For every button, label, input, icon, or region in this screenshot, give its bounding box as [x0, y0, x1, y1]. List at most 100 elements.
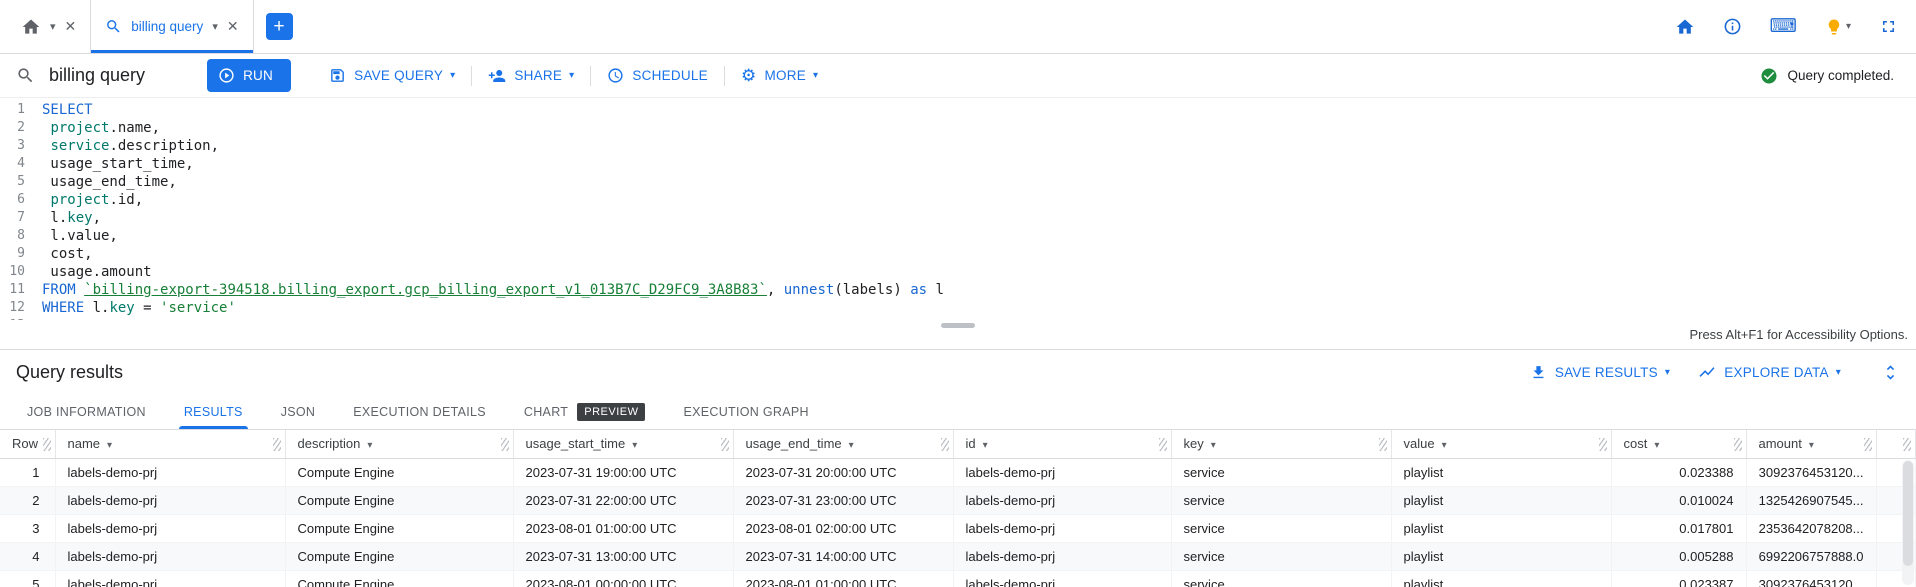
add-tab-button[interactable]: +	[266, 13, 293, 40]
sort-caret-icon[interactable]: ▾	[632, 440, 637, 451]
cell-name[interactable]: labels-demo-prj	[55, 458, 285, 486]
cell-usage_end_time[interactable]: 2023-07-31 20:00:00 UTC	[733, 458, 953, 486]
cell-usage_end_time[interactable]: 2023-07-31 23:00:00 UTC	[733, 486, 953, 514]
cell-key[interactable]: service	[1171, 458, 1391, 486]
cell-usage_end_time[interactable]: 2023-08-01 02:00:00 UTC	[733, 514, 953, 542]
cell-value[interactable]: playlist	[1391, 486, 1611, 514]
column-header-name[interactable]: name▾	[55, 430, 285, 458]
cell-cost[interactable]: 0.010024	[1611, 486, 1746, 514]
schedule-button[interactable]: SCHEDULE	[591, 59, 724, 92]
table-row[interactable]: 4labels-demo-prjCompute Engine2023-07-31…	[0, 542, 1916, 570]
cell-value[interactable]: playlist	[1391, 570, 1611, 587]
home-icon[interactable]	[1675, 17, 1695, 37]
sql-editor[interactable]: 1SELECT2 project.name,3 service.descript…	[0, 98, 1916, 320]
cell-id[interactable]: labels-demo-prj	[953, 486, 1171, 514]
cell-description[interactable]: Compute Engine	[285, 542, 513, 570]
cell-amount[interactable]: 3092376453120...	[1746, 570, 1876, 587]
cell-key[interactable]: service	[1171, 570, 1391, 587]
cell-usage_start_time[interactable]: 2023-08-01 00:00:00 UTC	[513, 570, 733, 587]
code-line[interactable]: 7 l.key,	[0, 209, 1916, 227]
column-header-usage_end_time[interactable]: usage_end_time▾	[733, 430, 953, 458]
code-line[interactable]: 5 usage_end_time,	[0, 173, 1916, 191]
cell-row[interactable]: 1	[0, 458, 55, 486]
code-line[interactable]: 2 project.name,	[0, 119, 1916, 137]
save-query-button[interactable]: SAVE QUERY ▾	[313, 59, 471, 92]
cell-usage_start_time[interactable]: 2023-07-31 19:00:00 UTC	[513, 458, 733, 486]
cell-id[interactable]: labels-demo-prj	[953, 570, 1171, 587]
chevron-down-icon[interactable]: ▾	[1846, 21, 1851, 32]
code-line[interactable]: 3 service.description,	[0, 137, 1916, 155]
code-line[interactable]: 4 usage_start_time,	[0, 155, 1916, 173]
column-header-value[interactable]: value▾	[1391, 430, 1611, 458]
vertical-scrollbar[interactable]	[1902, 460, 1914, 585]
cell-name[interactable]: labels-demo-prj	[55, 514, 285, 542]
cell-amount[interactable]: 3092376453120...	[1746, 458, 1876, 486]
sort-caret-icon[interactable]: ▾	[1211, 440, 1216, 451]
cell-id[interactable]: labels-demo-prj	[953, 458, 1171, 486]
unfold-icon[interactable]	[1881, 363, 1900, 382]
cell-name[interactable]: labels-demo-prj	[55, 542, 285, 570]
sort-caret-icon[interactable]: ▾	[1442, 440, 1447, 451]
code-line[interactable]: 6 project.id,	[0, 191, 1916, 209]
lightbulb-icon[interactable]: ▾	[1825, 18, 1851, 36]
column-header-usage_start_time[interactable]: usage_start_time▾	[513, 430, 733, 458]
table-row[interactable]: 3labels-demo-prjCompute Engine2023-08-01…	[0, 514, 1916, 542]
run-button[interactable]: RUN	[207, 59, 291, 92]
results-tab-execution-graph[interactable]: EXECUTION GRAPH	[664, 394, 827, 429]
cell-value[interactable]: playlist	[1391, 542, 1611, 570]
column-header-row[interactable]: Row	[0, 430, 55, 458]
cell-cost[interactable]: 0.023388	[1611, 458, 1746, 486]
table-row[interactable]: 1labels-demo-prjCompute Engine2023-07-31…	[0, 458, 1916, 486]
sort-caret-icon[interactable]: ▾	[367, 440, 372, 451]
share-button[interactable]: SHARE ▾	[472, 59, 590, 92]
keyboard-icon[interactable]: ⌨	[1770, 17, 1797, 36]
sort-caret-icon[interactable]: ▾	[849, 440, 854, 451]
close-icon[interactable]: ✕	[65, 18, 77, 35]
sort-caret-icon[interactable]: ▾	[107, 440, 112, 451]
column-header-cost[interactable]: cost▾	[1611, 430, 1746, 458]
explore-data-button[interactable]: EXPLORE DATA ▾	[1684, 356, 1855, 389]
table-row[interactable]: 2labels-demo-prjCompute Engine2023-07-31…	[0, 486, 1916, 514]
cell-value[interactable]: playlist	[1391, 458, 1611, 486]
cell-row[interactable]: 2	[0, 486, 55, 514]
column-header-key[interactable]: key▾	[1171, 430, 1391, 458]
cell-id[interactable]: labels-demo-prj	[953, 542, 1171, 570]
chevron-down-icon[interactable]: ▾	[212, 20, 218, 33]
code-line[interactable]: 12WHERE l.key = 'service'	[0, 299, 1916, 317]
cell-value[interactable]: playlist	[1391, 514, 1611, 542]
fullscreen-icon[interactable]	[1879, 17, 1898, 36]
cell-row[interactable]: 5	[0, 570, 55, 587]
cell-usage_start_time[interactable]: 2023-08-01 01:00:00 UTC	[513, 514, 733, 542]
scrollbar-thumb[interactable]	[1903, 461, 1913, 566]
table-row[interactable]: 5labels-demo-prjCompute Engine2023-08-01…	[0, 570, 1916, 587]
code-line[interactable]: 1SELECT	[0, 101, 1916, 119]
sort-caret-icon[interactable]: ▾	[983, 440, 988, 451]
cell-name[interactable]: labels-demo-prj	[55, 486, 285, 514]
cell-key[interactable]: service	[1171, 486, 1391, 514]
cell-description[interactable]: Compute Engine	[285, 458, 513, 486]
column-header-amount[interactable]: amount▾	[1746, 430, 1876, 458]
cell-name[interactable]: labels-demo-prj	[55, 570, 285, 587]
cell-usage_end_time[interactable]: 2023-07-31 14:00:00 UTC	[733, 542, 953, 570]
column-header-id[interactable]: id▾	[953, 430, 1171, 458]
cell-amount[interactable]: 6992206757888.0	[1746, 542, 1876, 570]
cell-usage_end_time[interactable]: 2023-08-01 01:00:00 UTC	[733, 570, 953, 587]
code-line[interactable]: 10 usage.amount	[0, 263, 1916, 281]
results-tab-chart[interactable]: CHARTPREVIEW	[505, 394, 665, 429]
sort-caret-icon[interactable]: ▾	[1654, 440, 1659, 451]
cell-amount[interactable]: 2353642078208...	[1746, 514, 1876, 542]
cell-key[interactable]: service	[1171, 514, 1391, 542]
cell-row[interactable]: 4	[0, 542, 55, 570]
cell-amount[interactable]: 1325426907545...	[1746, 486, 1876, 514]
save-results-button[interactable]: SAVE RESULTS ▾	[1516, 356, 1684, 389]
splitter-handle[interactable]	[941, 323, 975, 328]
cell-description[interactable]: Compute Engine	[285, 570, 513, 587]
cell-id[interactable]: labels-demo-prj	[953, 514, 1171, 542]
chevron-down-icon[interactable]: ▾	[50, 20, 56, 33]
info-icon[interactable]	[1723, 17, 1742, 36]
cell-cost[interactable]: 0.017801	[1611, 514, 1746, 542]
cell-usage_start_time[interactable]: 2023-07-31 13:00:00 UTC	[513, 542, 733, 570]
results-tab-results[interactable]: RESULTS	[165, 394, 262, 429]
home-tab[interactable]: ▾ ✕	[6, 0, 91, 53]
cell-description[interactable]: Compute Engine	[285, 486, 513, 514]
